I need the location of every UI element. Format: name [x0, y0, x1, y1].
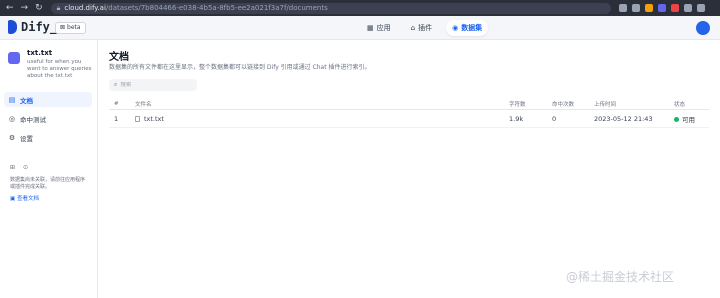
- logo-mark-icon: [8, 20, 17, 34]
- sidebar-item-label: 设置: [20, 134, 33, 143]
- nav-datasets[interactable]: ◉ 数据集: [446, 20, 489, 36]
- star-icon[interactable]: [631, 4, 640, 12]
- avatar[interactable]: [696, 21, 710, 35]
- sidebar-item-settings[interactable]: ⚙ 设置: [4, 130, 92, 145]
- forward-icon[interactable]: →: [21, 3, 29, 13]
- beta-icon: ⊠: [60, 24, 66, 31]
- gear-icon: ⚙: [8, 133, 16, 142]
- sidebar-item-label: 命中测试: [20, 115, 46, 124]
- sidebar: txt.txt useful for when you want to answ…: [0, 40, 98, 298]
- view-docs-link[interactable]: ▣ 查看文档: [10, 194, 39, 202]
- col-upload-time: 上传时间: [594, 101, 617, 108]
- main-content: 文档 数据集的所有文件都在这里显示，整个数据集都可以链接到 Dify 引用或通过…: [98, 40, 720, 298]
- beta-label: beta: [67, 24, 81, 31]
- view-docs-label: 查看文档: [16, 196, 39, 202]
- puzzle-icon: ⌂: [410, 24, 416, 32]
- back-icon[interactable]: ←: [6, 3, 14, 13]
- nav-datasets-label: 数据集: [461, 24, 483, 32]
- status-text: 可用: [682, 115, 695, 124]
- col-index: #: [114, 100, 119, 107]
- logo-text: Dify_: [21, 20, 58, 34]
- page-title: 文档: [109, 52, 129, 63]
- sidebar-menu: ▤ 文档 ◎ 命中测试 ⚙ 设置: [4, 92, 92, 149]
- search-icon: ⌕: [114, 81, 118, 88]
- dataset-name: txt.txt: [27, 49, 53, 57]
- browser-nav: ← → ↻: [6, 3, 43, 13]
- table-header: # 文件名 字符数 命中次数 上传时间 状态: [109, 98, 709, 110]
- sidebar-tools: ⊞ ⊙: [10, 164, 28, 171]
- watermark: @稀土掘金技术社区: [566, 270, 675, 284]
- folder-icon: [8, 52, 20, 64]
- row-filename[interactable]: txt.txt: [135, 115, 164, 123]
- nav-plugins-label: 插件: [418, 24, 433, 32]
- url-text: cloud.dify.ai/datasets/7b804466-e038-4b5…: [64, 4, 327, 12]
- row-words: 1.9k: [509, 114, 524, 123]
- book-icon: ▣: [10, 196, 16, 202]
- status-badge: 可用: [674, 114, 695, 124]
- search-box[interactable]: ⌕: [109, 79, 197, 91]
- puzzle-icon[interactable]: [683, 4, 692, 12]
- nav-apps[interactable]: ▦ 应用: [361, 20, 397, 36]
- top-nav: ▦ 应用 ⌂ 插件 ◉ 数据集: [361, 20, 489, 36]
- browser-toolbar: ← → ↻ 🔒︎ cloud.dify.ai/datasets/7b804466…: [0, 0, 720, 16]
- lock-icon: 🔒︎: [56, 3, 61, 12]
- file-icon: [135, 115, 140, 122]
- sidebar-item-hit-testing[interactable]: ◎ 命中测试: [4, 111, 92, 126]
- nav-plugins[interactable]: ⌂ 插件: [405, 20, 438, 36]
- row-upload-time: 2023-05-12 21:43: [594, 114, 653, 123]
- sidebar-item-label: 文档: [20, 96, 33, 105]
- link-icon[interactable]: ⊙: [23, 164, 28, 171]
- row-hits: 0: [552, 114, 557, 123]
- extension-icon[interactable]: [657, 4, 666, 12]
- dataset-description: useful for when you want to answer queri…: [27, 59, 92, 79]
- profile-icon[interactable]: [696, 4, 705, 12]
- row-index: 1: [114, 114, 119, 123]
- app-header: Dify_ ⊠ beta ▦ 应用 ⌂ 插件 ◉ 数据集: [0, 16, 720, 40]
- search-input[interactable]: [120, 82, 191, 88]
- col-status: 状态: [674, 101, 686, 108]
- documents-table: # 文件名 字符数 命中次数 上传时间 状态 1 txt.txt 1.9k 0 …: [109, 98, 709, 128]
- nav-apps-label: 应用: [376, 24, 391, 32]
- grid-icon: ▦: [367, 24, 374, 32]
- extension-icon[interactable]: [670, 4, 679, 12]
- target-icon: ◎: [8, 114, 16, 123]
- database-icon: ◉: [452, 24, 459, 32]
- sidebar-item-documents[interactable]: ▤ 文档: [4, 92, 92, 107]
- address-bar[interactable]: 🔒︎ cloud.dify.ai/datasets/7b804466-e038-…: [50, 2, 611, 14]
- url-host: cloud.dify.ai: [64, 4, 106, 12]
- col-words: 字符数: [509, 101, 526, 108]
- table-row[interactable]: 1 txt.txt 1.9k 0 2023-05-12 21:43 可用: [109, 110, 709, 128]
- dify-logo[interactable]: Dify_: [8, 20, 57, 34]
- api-icon[interactable]: ⊞: [10, 164, 15, 171]
- beta-badge: ⊠ beta: [55, 22, 86, 34]
- col-filename: 文件名: [135, 101, 152, 108]
- reload-icon[interactable]: ↻: [35, 3, 43, 13]
- url-path: /datasets/7b804466-e038-4b5a-8fb5-ee2a02…: [105, 4, 328, 12]
- col-hits: 命中次数: [552, 101, 575, 108]
- extensions: [618, 4, 705, 12]
- row-filename-text: txt.txt: [144, 114, 164, 123]
- page-description: 数据集的所有文件都在这里显示，整个数据集都可以链接到 Dify 引用或通过 Ch…: [109, 64, 371, 71]
- document-icon: ▤: [8, 95, 16, 104]
- share-icon[interactable]: [618, 4, 627, 12]
- status-dot-icon: [674, 117, 679, 122]
- association-note: 数据集尚未关联，请前往应用程序或插件完成关联。: [10, 177, 86, 190]
- extension-icon[interactable]: [644, 4, 653, 12]
